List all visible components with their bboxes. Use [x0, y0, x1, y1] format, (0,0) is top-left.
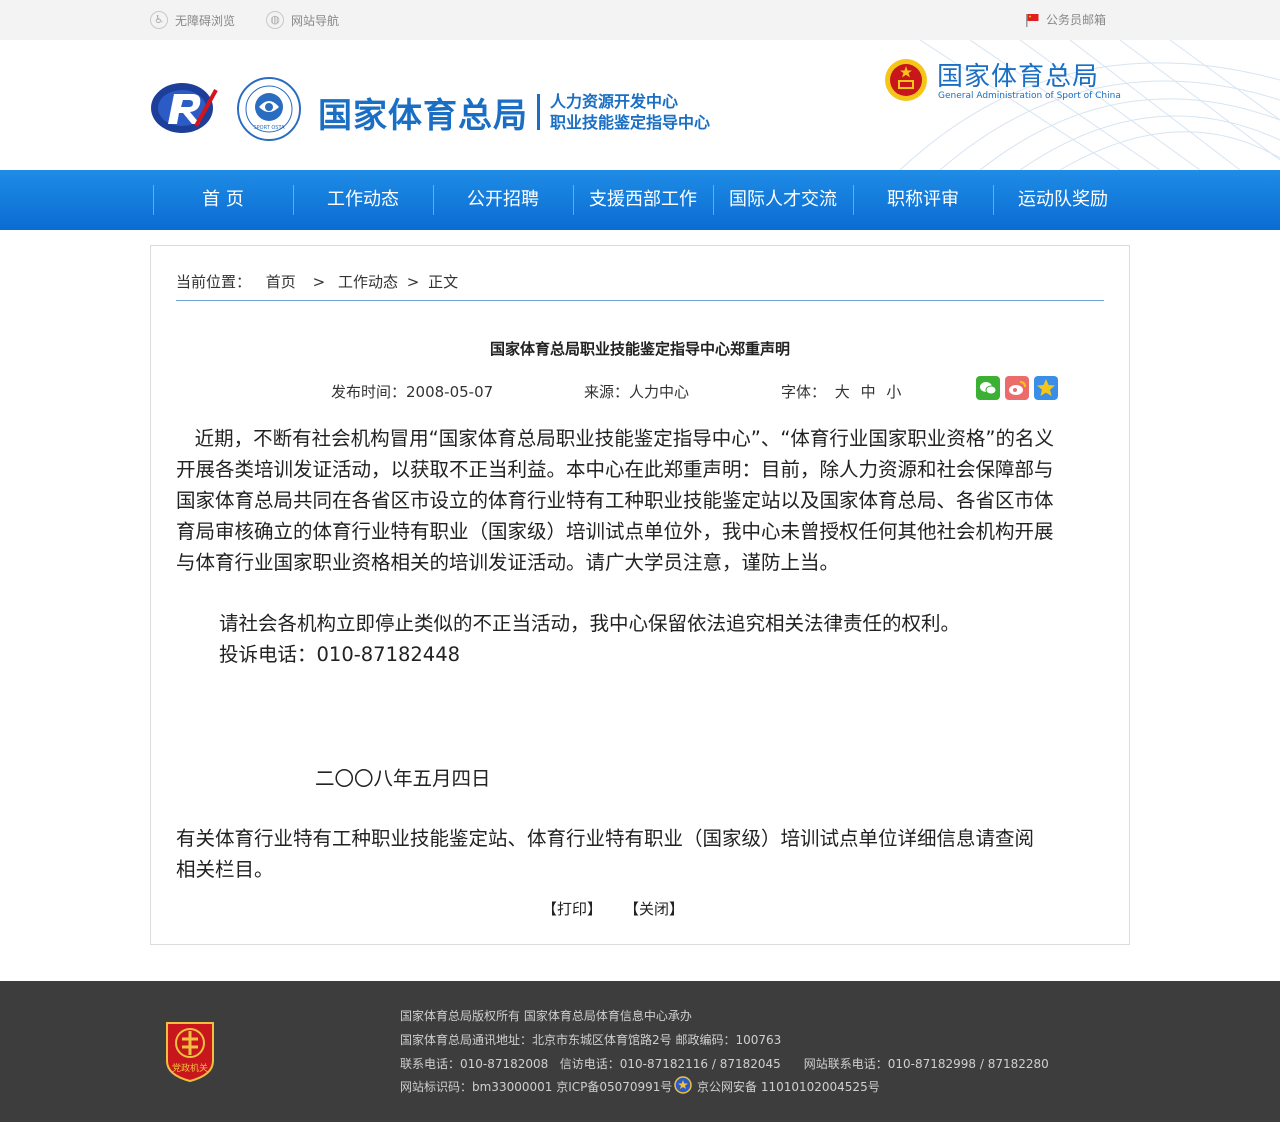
police-badge-icon	[674, 1076, 692, 1094]
close-button[interactable]: 【关闭】	[624, 898, 684, 919]
flag-icon	[1026, 13, 1039, 27]
nav-item-title-review[interactable]: 职称评审	[853, 185, 993, 215]
article-title: 国家体育总局职业技能鉴定指导中心郑重声明	[489, 340, 790, 358]
department-line-1: 人力资源开发中心	[550, 92, 679, 111]
org-name-title: 国家体育总局	[318, 96, 528, 136]
breadcrumb-home[interactable]: 首页	[266, 273, 296, 291]
weibo-icon	[1009, 381, 1026, 395]
publish-date: 发布时间：2008-05-07	[331, 383, 494, 401]
footer-address: 国家体育总局通讯地址：北京市东城区体育馆路2号 邮政编码：100763	[400, 1033, 782, 1047]
font-size-medium[interactable]: 中	[861, 383, 876, 401]
share-weibo-button[interactable]	[1005, 376, 1029, 400]
font-size-small[interactable]: 小	[886, 383, 901, 401]
font-size-control: 字体： 大 中 小	[781, 381, 901, 402]
breadcrumb-label: 当前位置：	[176, 273, 252, 291]
main-navigation: 首 页 工作动态 公开招聘 支援西部工作 国际人才交流 职称评审 运动队奖励	[0, 170, 1280, 230]
r-logo-icon	[151, 83, 218, 133]
breadcrumb: 当前位置： 首页 > 工作动态 > 正文	[176, 271, 462, 292]
font-size-large[interactable]: 大	[835, 383, 850, 401]
article-paragraph-4: 有关体育行业特有工种职业技能鉴定站、体育行业特有职业（国家级）培训试点单位详细信…	[176, 827, 1035, 881]
gov-name-title: 国家体育总局	[937, 62, 1100, 92]
breadcrumb-current: 正文	[428, 273, 459, 291]
civil-mail-link[interactable]: 公务员邮箱	[1024, 11, 1106, 28]
accessible-label: 无障碍浏览	[175, 13, 236, 28]
globe-icon: ◍	[266, 11, 284, 29]
seal-text: SPORT OSTA	[253, 125, 285, 131]
article-card: 当前位置： 首页 > 工作动态 > 正文 国家体育总局职业技能鉴定指导中心郑重声…	[150, 245, 1130, 945]
complaint-phone: 投诉电话：010-87182448	[219, 643, 461, 666]
sitemap-label: 网站导航	[291, 13, 340, 28]
top-utility-bar: ♿ 无障碍浏览 ◍ 网站导航 公务员邮箱	[0, 0, 1280, 40]
accessibility-icon: ♿	[150, 11, 168, 29]
site-header: SPORT OSTA 国家体育总局 人力资源开发中心 职业技能鉴定指导中心 国家…	[0, 40, 1280, 170]
civil-mail-label: 公务员邮箱	[1046, 13, 1107, 27]
wechat-icon	[980, 382, 997, 395]
footer-icp: 网站标识码：bm33000001 京ICP备05070991号	[400, 1080, 673, 1094]
breadcrumb-separator: >	[312, 273, 326, 291]
department-line-2: 职业技能鉴定指导中心	[550, 113, 711, 132]
osta-seal-icon: SPORT OSTA	[237, 77, 301, 141]
nav-item-team-awards[interactable]: 运动队奖励	[993, 185, 1133, 215]
party-government-badge-icon[interactable]: 党政机关	[163, 1019, 217, 1083]
footer-copyright: 国家体育总局版权所有 国家体育总局体育信息中心承办	[400, 1009, 692, 1023]
article-source: 来源：人力中心	[584, 383, 690, 401]
department-names: 人力资源开发中心 职业技能鉴定指导中心	[550, 91, 710, 133]
site-footer: 党政机关 国家体育总局版权所有 国家体育总局体育信息中心承办 国家体育总局通讯地…	[0, 981, 1280, 1122]
footer-phones: 联系电话：010-87182008 信访电话：010-87182116 / 87…	[400, 1057, 1049, 1071]
nav-item-work-news[interactable]: 工作动态	[293, 185, 433, 215]
print-button[interactable]: 【打印】	[542, 898, 602, 919]
breadcrumb-separator: >	[406, 273, 420, 291]
gov-english-name: General Administration of Sport of China	[938, 91, 1121, 101]
badge-text: 党政机关	[172, 1062, 208, 1074]
nav-item-west-support[interactable]: 支援西部工作	[573, 185, 713, 215]
star-icon	[1037, 379, 1055, 396]
header-divider	[537, 94, 540, 130]
footer-public-security[interactable]: 京公网安备 11010102004525号	[697, 1078, 880, 1095]
breadcrumb-section[interactable]: 工作动态	[338, 273, 398, 291]
nav-item-home[interactable]: 首 页	[153, 185, 293, 215]
article-date: 二〇〇八年五月四日	[315, 767, 491, 790]
accessible-browse-link[interactable]: ♿ 无障碍浏览	[150, 11, 235, 29]
nav-item-recruitment[interactable]: 公开招聘	[433, 185, 573, 215]
favorite-button[interactable]	[1034, 376, 1058, 400]
nav-item-international-exchange[interactable]: 国际人才交流	[713, 185, 853, 215]
share-wechat-button[interactable]	[976, 376, 1000, 400]
font-size-label: 字体：	[781, 383, 827, 401]
article-paragraph-2: 请社会各机构立即停止类似的不正当活动，我中心保留依法追究相关法律责任的权利。	[219, 612, 961, 635]
national-emblem-icon	[885, 59, 927, 101]
sitemap-link[interactable]: ◍ 网站导航	[266, 11, 339, 29]
breadcrumb-divider	[176, 300, 1104, 301]
article-paragraph-1: 近期，不断有社会机构冒用“国家体育总局职业技能鉴定指导中心”、“体育行业国家职业…	[176, 427, 1055, 574]
